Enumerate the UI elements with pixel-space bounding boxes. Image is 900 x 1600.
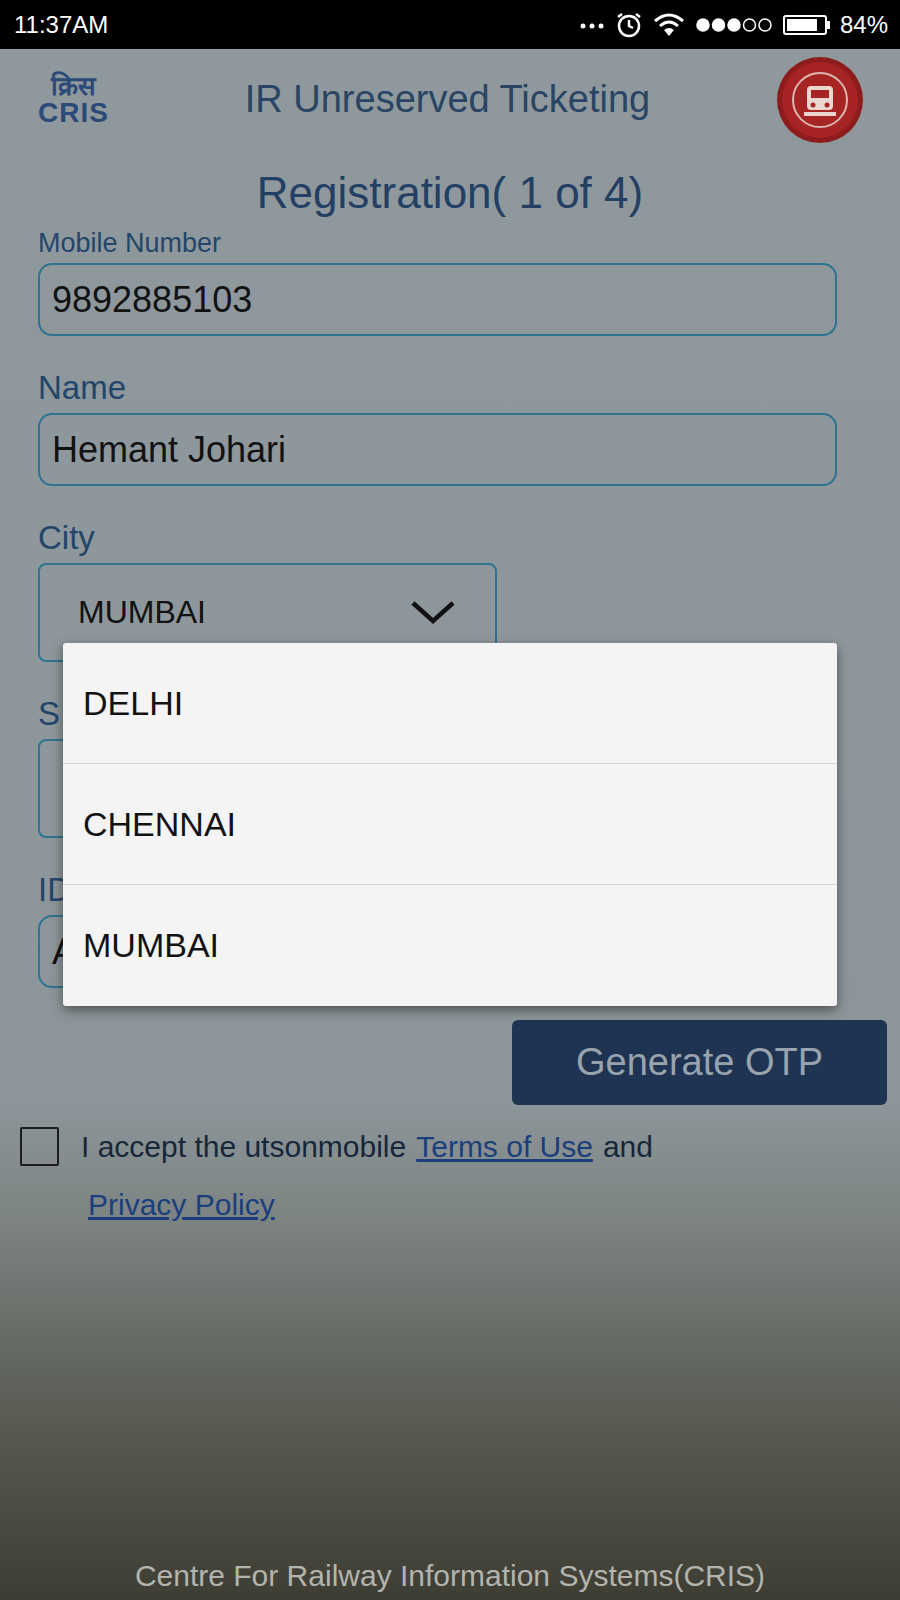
field-label: City: [38, 518, 887, 558]
indian-railways-logo-icon: [776, 56, 864, 144]
status-bar: 11:37AM 84%: [0, 0, 900, 49]
status-icons: 84%: [579, 11, 888, 39]
more-icon: [579, 20, 605, 30]
terms-checkbox[interactable]: [20, 1127, 59, 1166]
field-label: Name: [38, 368, 887, 408]
button-row: Generate OTP: [38, 1020, 887, 1105]
cris-logo: क्रिसCRIS: [38, 73, 109, 127]
field-label: Mobile Number: [38, 227, 887, 259]
battery-icon: [783, 15, 830, 35]
dropdown-option[interactable]: DELHI: [63, 643, 837, 764]
signal-icon: [695, 16, 773, 34]
form-field: Mobile Number 9892885103: [38, 227, 887, 336]
status-time: 11:37AM: [14, 11, 108, 39]
battery-percent: 84%: [840, 11, 888, 39]
alarm-icon: [615, 11, 643, 39]
terms-row: I accept the utsonmobileTerms of UseandP…: [20, 1127, 887, 1225]
page-title: Registration( 1 of 4): [0, 168, 900, 218]
generate-otp-button[interactable]: Generate OTP: [512, 1020, 887, 1105]
wifi-icon: [653, 12, 685, 38]
form-field: CityMUMBAI: [38, 518, 887, 662]
dropdown-option[interactable]: CHENNAI: [63, 764, 837, 885]
registration-screen: 11:37AM 84% क्रिसCRISIR Unreserved Ticketi…: [0, 0, 900, 1600]
app-header: क्रिसCRISIR Unreserved Ticketing: [0, 49, 900, 150]
footer-text: Centre For Railway Information Systems(C…: [0, 1558, 900, 1600]
text-field[interactable]: Hemant Johari: [38, 413, 837, 486]
chevron-down-icon: [409, 599, 457, 627]
terms-of-use-link[interactable]: Terms of Use: [416, 1127, 593, 1167]
text-field[interactable]: 9892885103: [38, 263, 837, 336]
app-title: IR Unreserved Ticketing: [109, 78, 776, 121]
form-field: Name Hemant Johari: [38, 368, 887, 486]
privacy-policy-link[interactable]: Privacy Policy: [88, 1185, 275, 1225]
terms-text: I accept the utsonmobileTerms of UseandP…: [81, 1127, 653, 1225]
city-dropdown-menu: DELHICHENNAIMUMBAI: [63, 643, 837, 1006]
dropdown-option[interactable]: MUMBAI: [63, 885, 837, 1006]
